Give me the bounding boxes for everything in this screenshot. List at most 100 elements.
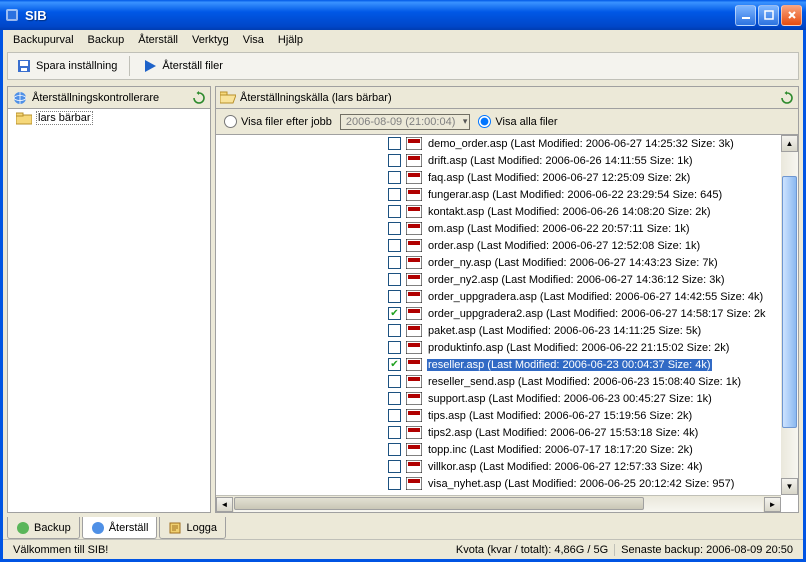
horizontal-scrollbar[interactable]: ◄ ► <box>216 495 781 512</box>
vscroll-track[interactable] <box>781 152 798 478</box>
file-row[interactable]: kontakt.asp (Last Modified: 2006-06-26 1… <box>388 203 798 220</box>
file-checkbox[interactable] <box>388 273 401 286</box>
file-icon <box>406 222 422 235</box>
maximize-button[interactable] <box>758 5 779 26</box>
menu-view[interactable]: Visa <box>237 32 270 48</box>
close-button[interactable] <box>781 5 802 26</box>
scroll-left-arrow[interactable]: ◄ <box>216 497 233 512</box>
scroll-up-arrow[interactable]: ▲ <box>781 135 798 152</box>
file-checkbox[interactable] <box>388 460 401 473</box>
file-label: tips.asp (Last Modified: 2006-06-27 15:1… <box>427 410 693 422</box>
minimize-button[interactable] <box>735 5 756 26</box>
file-label: order.asp (Last Modified: 2006-06-27 12:… <box>427 240 701 252</box>
file-checkbox[interactable] <box>388 188 401 201</box>
file-row[interactable]: topp.inc (Last Modified: 2006-07-17 18:1… <box>388 441 798 458</box>
tree-body[interactable]: lars bärbar <box>8 109 210 512</box>
file-label: order_uppgradera2.asp (Last Modified: 20… <box>427 308 767 320</box>
file-row[interactable]: om.asp (Last Modified: 2006-06-22 20:57:… <box>388 220 798 237</box>
file-checkbox[interactable] <box>388 341 401 354</box>
file-row[interactable]: order_ny.asp (Last Modified: 2006-06-27 … <box>388 254 798 271</box>
refresh-icon[interactable] <box>780 91 794 105</box>
menu-backup[interactable]: Backup <box>82 32 131 48</box>
file-label: faq.asp (Last Modified: 2006-06-27 12:25… <box>427 172 691 184</box>
file-row[interactable]: fungerar.asp (Last Modified: 2006-06-22 … <box>388 186 798 203</box>
vscroll-thumb[interactable] <box>782 176 797 428</box>
tab-backup[interactable]: Backup <box>7 517 80 539</box>
file-label: visa_nyhet.asp (Last Modified: 2006-06-2… <box>427 478 735 490</box>
file-checkbox[interactable] <box>388 426 401 439</box>
file-row[interactable]: order_uppgradera2.asp (Last Modified: 20… <box>388 305 798 322</box>
tab-log[interactable]: Logga <box>159 517 226 539</box>
scroll-right-arrow[interactable]: ► <box>764 497 781 512</box>
file-checkbox[interactable] <box>388 154 401 167</box>
restore-files-button[interactable]: Återställ filer <box>138 56 227 76</box>
file-checkbox[interactable] <box>388 477 401 490</box>
file-checkbox[interactable] <box>388 205 401 218</box>
scroll-down-arrow[interactable]: ▼ <box>781 478 798 495</box>
file-row[interactable]: tips.asp (Last Modified: 2006-06-27 15:1… <box>388 407 798 424</box>
menu-restore[interactable]: Återställ <box>132 32 184 48</box>
radio-after-job-label: Visa filer efter jobb <box>241 116 332 128</box>
file-checkbox[interactable] <box>388 324 401 337</box>
file-row[interactable]: faq.asp (Last Modified: 2006-06-27 12:25… <box>388 169 798 186</box>
radio-after-job-input[interactable] <box>224 115 237 128</box>
tab-restore[interactable]: Återställ <box>82 517 158 539</box>
file-checkbox[interactable] <box>388 256 401 269</box>
vertical-scrollbar[interactable]: ▲ ▼ <box>781 135 798 495</box>
file-icon <box>406 341 422 354</box>
toolbar: Spara inställning Återställ filer <box>7 52 799 80</box>
file-row[interactable]: support.asp (Last Modified: 2006-06-23 0… <box>388 390 798 407</box>
file-checkbox[interactable] <box>388 443 401 456</box>
tree-root-label: lars bärbar <box>36 111 93 125</box>
globe-blue-icon <box>91 521 105 535</box>
file-row[interactable]: tips2.asp (Last Modified: 2006-06-27 15:… <box>388 424 798 441</box>
tab-log-label: Logga <box>186 522 217 534</box>
radio-all-files[interactable]: Visa alla filer <box>478 115 557 128</box>
hscroll-thumb[interactable] <box>234 497 644 510</box>
menu-backupurval[interactable]: Backupurval <box>7 32 80 48</box>
file-icon <box>406 443 422 456</box>
file-icon <box>406 392 422 405</box>
file-row[interactable]: demo_order.asp (Last Modified: 2006-06-2… <box>388 135 798 152</box>
refresh-icon[interactable] <box>192 91 206 105</box>
file-checkbox[interactable] <box>388 171 401 184</box>
file-icon <box>406 239 422 252</box>
file-row[interactable]: order_uppgradera.asp (Last Modified: 200… <box>388 288 798 305</box>
file-icon <box>406 324 422 337</box>
file-checkbox[interactable] <box>388 409 401 422</box>
file-row[interactable]: reseller.asp (Last Modified: 2006-06-23 … <box>388 356 798 373</box>
file-row[interactable]: villkor.asp (Last Modified: 2006-06-27 1… <box>388 458 798 475</box>
file-checkbox[interactable] <box>388 358 401 371</box>
menubar: Backupurval Backup Återställ Verktyg Vis… <box>3 30 803 50</box>
file-checkbox[interactable] <box>388 290 401 303</box>
file-checkbox[interactable] <box>388 392 401 405</box>
globe-icon <box>12 90 28 106</box>
menu-help[interactable]: Hjälp <box>272 32 309 48</box>
file-icon <box>406 460 422 473</box>
file-checkbox[interactable] <box>388 239 401 252</box>
restore-files-label: Återställ filer <box>162 60 223 72</box>
file-list-body[interactable]: demo_order.asp (Last Modified: 2006-06-2… <box>216 135 798 512</box>
radio-all-files-input[interactable] <box>478 115 491 128</box>
file-row[interactable]: order.asp (Last Modified: 2006-06-27 12:… <box>388 237 798 254</box>
file-checkbox[interactable] <box>388 137 401 150</box>
file-row[interactable]: order_ny2.asp (Last Modified: 2006-06-27… <box>388 271 798 288</box>
file-row[interactable]: reseller_send.asp (Last Modified: 2006-0… <box>388 373 798 390</box>
file-row[interactable]: produktinfo.asp (Last Modified: 2006-06-… <box>388 339 798 356</box>
file-icon <box>406 154 422 167</box>
file-checkbox[interactable] <box>388 375 401 388</box>
date-dropdown[interactable]: 2006-08-09 (21:00:04) <box>340 114 470 130</box>
menu-tools[interactable]: Verktyg <box>186 32 235 48</box>
file-checkbox[interactable] <box>388 222 401 235</box>
hscroll-track[interactable] <box>234 497 763 512</box>
file-row[interactable]: visa_nyhet.asp (Last Modified: 2006-06-2… <box>388 475 798 492</box>
file-checkbox[interactable] <box>388 307 401 320</box>
file-label: fungerar.asp (Last Modified: 2006-06-22 … <box>427 189 723 201</box>
right-panel: Återställningskälla (lars bärbar) Visa f… <box>215 86 799 513</box>
file-label: drift.asp (Last Modified: 2006-06-26 14:… <box>427 155 694 167</box>
radio-after-job[interactable]: Visa filer efter jobb <box>224 115 332 128</box>
file-row[interactable]: drift.asp (Last Modified: 2006-06-26 14:… <box>388 152 798 169</box>
tree-root[interactable]: lars bärbar <box>8 109 210 127</box>
save-settings-button[interactable]: Spara inställning <box>12 56 121 76</box>
file-row[interactable]: paket.asp (Last Modified: 2006-06-23 14:… <box>388 322 798 339</box>
